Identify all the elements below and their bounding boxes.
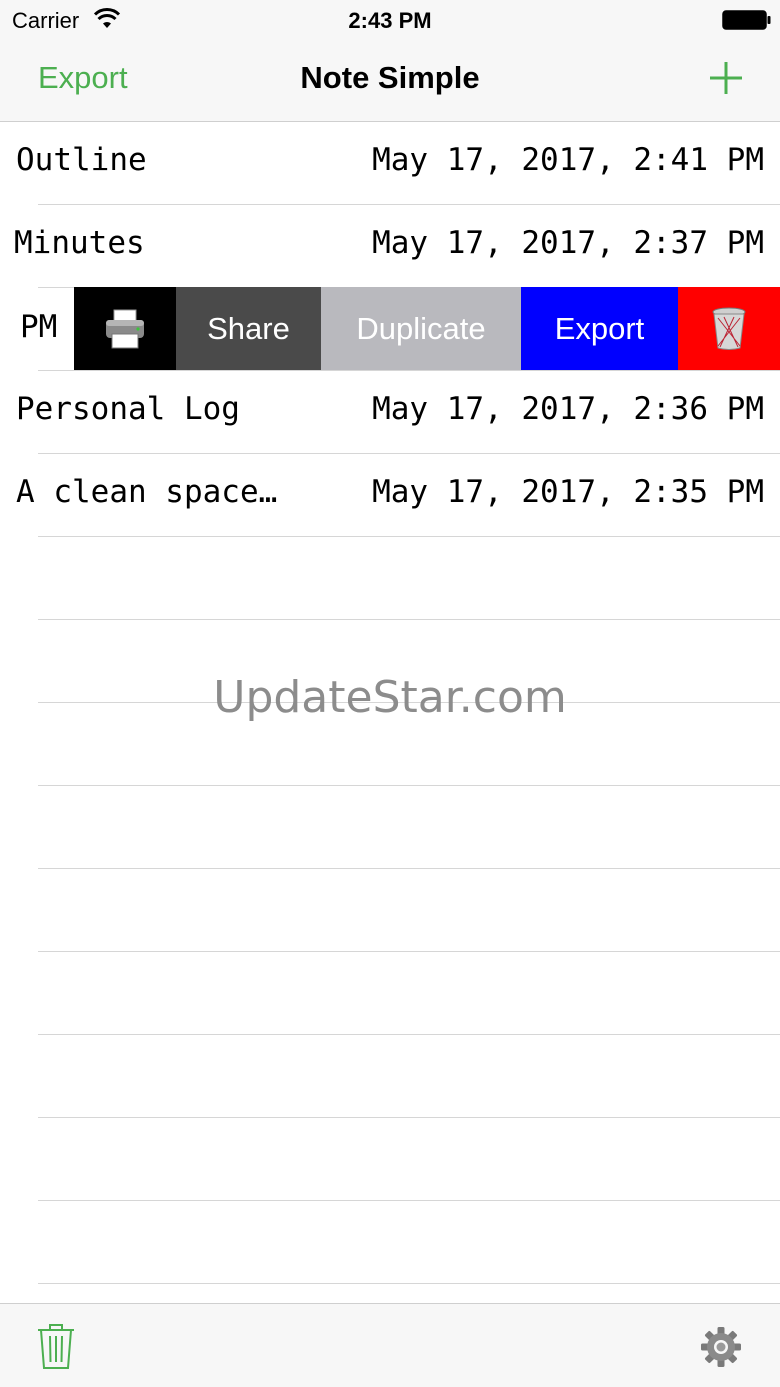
row-divider — [38, 951, 780, 952]
page-title: Note Simple — [300, 60, 480, 95]
list-item[interactable]: A clean space… May 17, 2017, 2:35 PM — [0, 454, 780, 537]
note-date: May 17, 2017, 2:36 PM — [372, 391, 764, 427]
export-action-button[interactable]: Export — [521, 287, 678, 370]
share-button[interactable]: Share — [176, 287, 321, 370]
printer-icon — [106, 309, 144, 348]
note-date: May 17, 2017, 2:37 PM — [372, 225, 764, 261]
note-title: Outline — [16, 142, 147, 178]
row-divider — [38, 1117, 780, 1118]
row-divider — [38, 1034, 780, 1035]
navigation-bar: Export Note Simple — [0, 40, 780, 122]
print-button[interactable] — [74, 287, 176, 370]
status-bar: Carrier 2:43 PM — [0, 0, 780, 40]
row-divider — [38, 1200, 780, 1201]
status-time: 2:43 PM — [348, 8, 432, 33]
trash-icon[interactable] — [36, 1322, 76, 1370]
row-divider — [38, 619, 780, 620]
row-divider — [38, 1283, 780, 1284]
row-divider — [38, 536, 780, 537]
list-item[interactable]: Outline May 17, 2017, 2:41 PM — [0, 122, 780, 205]
row-divider — [38, 868, 780, 869]
list-item[interactable]: Personal Log May 17, 2017, 2:36 PM — [0, 371, 780, 454]
swiped-list-item[interactable]: PM Share Duplicate Export — [0, 287, 780, 370]
note-date-fragment: PM — [20, 309, 58, 345]
bottom-toolbar — [0, 1303, 780, 1387]
duplicate-button[interactable]: Duplicate — [321, 287, 521, 370]
note-date: May 17, 2017, 2:41 PM — [372, 142, 764, 178]
delete-button[interactable] — [678, 287, 780, 370]
list-item[interactable]: Minutes May 17, 2017, 2:37 PM — [0, 205, 780, 288]
note-title: Personal Log — [16, 391, 240, 427]
note-date: May 17, 2017, 2:35 PM — [372, 474, 764, 510]
watermark: UpdateStar.com — [213, 672, 567, 723]
plus-icon[interactable] — [706, 58, 746, 98]
note-title: A clean space… — [16, 474, 278, 510]
note-title: Minutes — [14, 225, 145, 261]
row-divider — [38, 785, 780, 786]
gear-icon[interactable] — [700, 1326, 742, 1368]
battery-icon — [722, 10, 771, 30]
trash-icon — [712, 307, 746, 350]
